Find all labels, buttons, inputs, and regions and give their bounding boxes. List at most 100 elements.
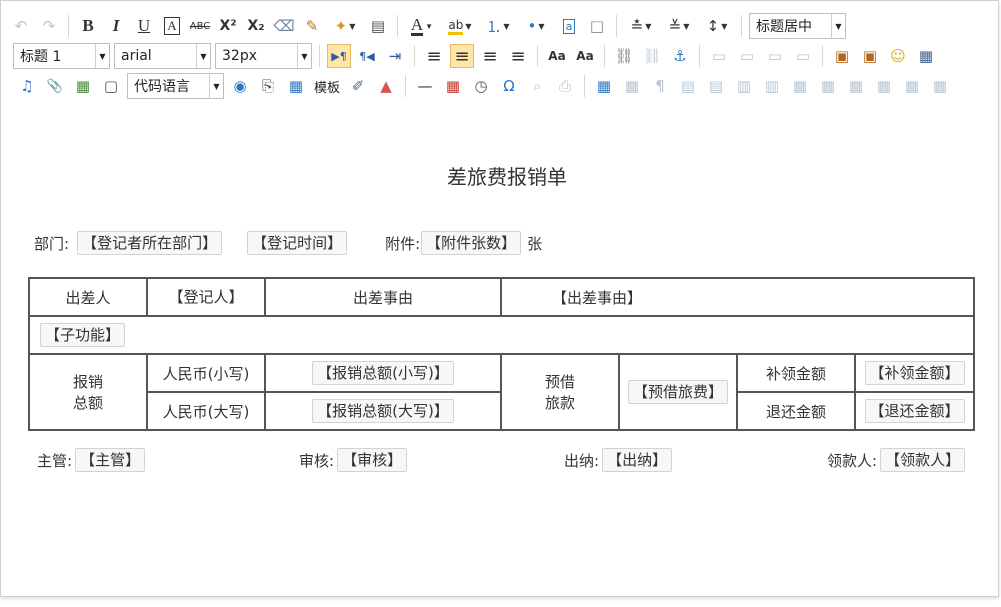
insert-table-icon[interactable]: ▦ [592,74,616,98]
pagebreak-icon[interactable]: ⎘ [256,74,280,98]
code-language-select[interactable]: 代码语言 ▼ [127,73,224,99]
insert-row-icon[interactable]: ▤ [676,74,700,98]
video-icon[interactable]: ▦ [914,44,938,68]
time-icon[interactable]: ◷ [469,74,493,98]
merge-cells-icon[interactable]: ▦ [788,74,812,98]
toolbar-separator [319,45,320,67]
cite-icon[interactable]: a [557,14,581,38]
delete-col-icon[interactable]: ▥ [760,74,784,98]
italic-icon[interactable]: I [104,14,128,38]
time-field[interactable]: 【登记时间】 [247,231,348,255]
rmb-small-field[interactable]: 【报销总额(小写)】 [312,361,454,385]
redo-icon[interactable]: ↷ [37,14,61,38]
merge-right-icon[interactable]: ▦ [816,74,840,98]
underline-icon[interactable]: U [132,14,156,38]
advance-cell: 【预借旅费】 [618,353,738,431]
merge-down-icon[interactable]: ▦ [844,74,868,98]
cashier-field[interactable]: 【出纳】 [602,448,673,472]
subscript-icon[interactable]: X₂ [244,14,268,38]
format-brush-icon[interactable]: ✎ [300,14,324,38]
insert-frame-icon[interactable]: ▢ [99,74,123,98]
auto-format-icon[interactable]: ✦ ▼ [328,14,362,38]
subfunction-field[interactable]: 【子功能】 [40,323,126,347]
title-align-select[interactable]: 标题居中 ▼ [749,13,846,39]
font-color-icon[interactable]: A ▼ [405,14,439,38]
justify-center-icon[interactable]: ≡ [450,44,474,68]
attach-field[interactable]: 【附件张数】 [421,231,522,255]
traveler-field[interactable]: 【登记人】 [164,286,247,308]
back-color-icon[interactable]: ab ▼ [443,14,477,38]
date-icon[interactable]: ▦ [441,74,465,98]
total-label-line1: 报销 [72,373,103,391]
gmap-icon[interactable]: ◉ [228,74,252,98]
row-spacing-bottom-icon[interactable]: ≚ ▼ [662,14,696,38]
background-icon[interactable]: ▦ [284,74,308,98]
paste-plain-icon[interactable]: ▤ [366,14,390,38]
special-chars-icon[interactable]: Ω [497,74,521,98]
simple-upload-icon[interactable]: ▣ [830,44,854,68]
indent-icon[interactable]: ⇥ [383,44,407,68]
split-to-cells-icon[interactable]: ▦ [872,74,896,98]
font-border-icon[interactable]: A [160,14,184,38]
ltr-direction-icon[interactable]: ▶¶ [327,44,351,68]
font-size-select[interactable]: 32px ▼ [215,43,312,69]
superscript-icon[interactable]: X² [216,14,240,38]
split-to-rows-icon[interactable]: ▦ [900,74,924,98]
insert-paragraph-icon[interactable]: ¶ [648,74,672,98]
advance-field[interactable]: 【预借旅费】 [627,380,728,404]
refund-field[interactable]: 【退还金额】 [864,399,965,423]
supplement-field[interactable]: 【补领金额】 [864,361,965,385]
dept-field[interactable]: 【登记者所在部门】 [77,231,223,255]
reviewer-label: 审核: [299,451,335,470]
rmb-big-field[interactable]: 【报销总额(大写)】 [312,399,454,423]
eraser-icon[interactable]: ⌫ [272,14,296,38]
link-icon[interactable]: ⛓ [612,44,636,68]
chart-icon[interactable]: ▲ [374,74,398,98]
insert-image-icon[interactable]: ▣ [858,44,882,68]
toolbar-separator [616,15,617,37]
music-icon[interactable]: ♫ [15,74,39,98]
font-family-select[interactable]: arial ▼ [114,43,211,69]
advance-label-line2: 旅款 [544,394,575,412]
to-lowercase-icon[interactable]: Aa [573,44,597,68]
strikethrough-icon[interactable]: ABC [188,14,212,38]
attachment-icon[interactable]: 📎 [43,74,67,98]
unordered-list-icon[interactable]: • ▼ [519,14,553,38]
split-to-cols-icon[interactable]: ▦ [928,74,952,98]
traveler-label: 出差人 [28,277,148,317]
image-center-icon[interactable]: ▭ [791,44,815,68]
delete-table-icon[interactable]: ▦ [620,74,644,98]
justify-full-icon[interactable]: ≡ [506,44,530,68]
supervisor-field[interactable]: 【主管】 [75,448,146,472]
line-height-icon[interactable]: ↕ ▼ [700,14,734,38]
scrawl-icon[interactable]: ✐ [346,74,370,98]
payee-field[interactable]: 【领款人】 [880,448,966,472]
bold-icon[interactable]: B [76,14,100,38]
toolbar-separator [68,15,69,37]
image-none-icon[interactable]: ▭ [707,44,731,68]
image-left-icon[interactable]: ▭ [735,44,759,68]
justify-left-icon[interactable]: ≡ [422,44,446,68]
anchor-icon[interactable]: ⚓ [668,44,692,68]
template-button[interactable]: 模板 [314,77,340,96]
horizontal-rule-icon[interactable]: — [413,74,437,98]
image-right-icon[interactable]: ▭ [763,44,787,68]
unlink-icon[interactable]: ⛓ [640,44,664,68]
undo-icon[interactable]: ↶ [9,14,33,38]
justify-right-icon[interactable]: ≡ [478,44,502,68]
emotion-icon[interactable]: ☺ [886,44,910,68]
map-icon[interactable]: ▦ [71,74,95,98]
delete-row-icon[interactable]: ▤ [704,74,728,98]
reviewer-field[interactable]: 【审核】 [337,448,408,472]
print-icon[interactable]: ⎙ [553,74,577,98]
insert-col-icon[interactable]: ▥ [732,74,756,98]
row-spacing-top-icon[interactable]: ≛ ▼ [624,14,658,38]
paragraph-style-select[interactable]: 标题 1 ▼ [13,43,110,69]
search-replace-icon[interactable]: ⌕ [525,74,549,98]
ordered-list-icon[interactable]: ⒈ ▼ [481,14,515,38]
reason-field[interactable]: 【出差事由】 [552,289,642,307]
rtl-direction-icon[interactable]: ¶◀ [355,44,379,68]
to-uppercase-icon[interactable]: Aa [545,44,569,68]
blank-page-icon[interactable]: □ [585,14,609,38]
editor-frame: ↶ ↷ B I U A ABC X² X₂ ⌫ ✎ ✦ ▼ ▤ A ▼ ab ▼ ⒈ ▼… [0,0,999,597]
